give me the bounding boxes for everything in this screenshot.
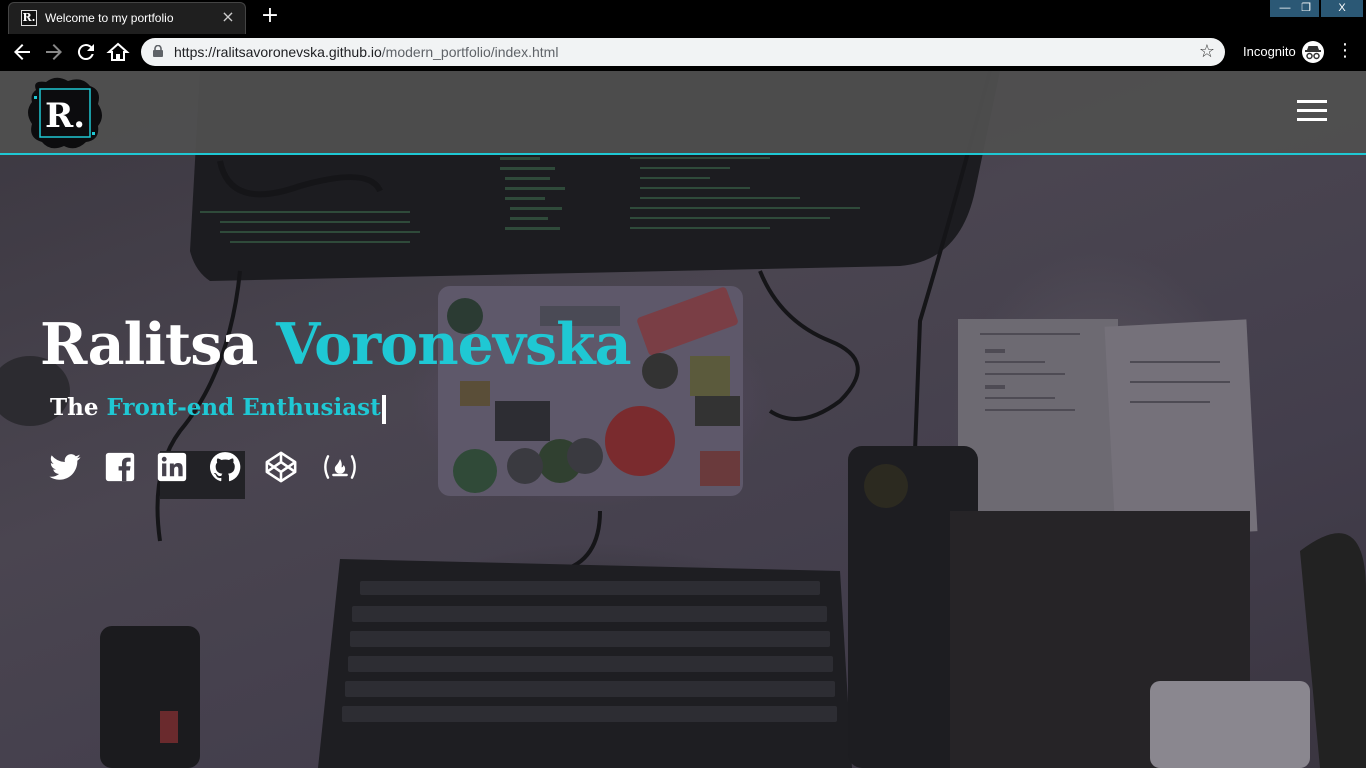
tab-title: Welcome to my portfolio bbox=[45, 11, 174, 25]
github-icon[interactable] bbox=[208, 450, 242, 484]
browser-titlebar: R. Welcome to my portfolio × + — ❐ X bbox=[0, 0, 1366, 34]
star-icon[interactable]: ☆ bbox=[1199, 41, 1215, 62]
maximize-button[interactable]: ❐ bbox=[1293, 0, 1319, 17]
twitter-icon[interactable] bbox=[48, 450, 82, 484]
home-icon[interactable] bbox=[106, 40, 130, 64]
close-tab-icon[interactable]: × bbox=[219, 8, 237, 26]
hero-last-name: Voronevska bbox=[276, 311, 631, 378]
incognito-label: Incognito bbox=[1243, 44, 1296, 59]
facebook-icon[interactable] bbox=[103, 450, 137, 484]
reload-icon[interactable] bbox=[74, 40, 98, 64]
close-window-button[interactable]: X bbox=[1321, 0, 1363, 17]
menu-dots-icon[interactable]: ⋮ bbox=[1336, 40, 1354, 61]
url-text: https://ralitsavoronevska.github.io/mode… bbox=[174, 44, 558, 60]
browser-toolbar: https://ralitsavoronevska.github.io/mode… bbox=[0, 34, 1366, 71]
forward-arrow-icon[interactable] bbox=[42, 40, 66, 64]
lock-icon bbox=[153, 45, 163, 57]
freecodecamp-icon[interactable] bbox=[320, 450, 360, 484]
hero-first-name: Ralitsa bbox=[40, 311, 258, 378]
tab-favicon: R. bbox=[21, 10, 37, 26]
site-logo[interactable]: R. bbox=[26, 76, 104, 150]
browser-tab[interactable]: R. Welcome to my portfolio × bbox=[8, 2, 246, 34]
address-bar[interactable]: https://ralitsavoronevska.github.io/mode… bbox=[141, 38, 1225, 66]
hero-subtitle: The Front-end Enthusiast bbox=[50, 394, 386, 424]
url-path: /modern_portfolio/index.html bbox=[381, 44, 559, 60]
incognito-icon[interactable] bbox=[1302, 41, 1324, 63]
site-navbar: R. bbox=[0, 71, 1366, 155]
url-host: https://ralitsavoronevska.github.io bbox=[174, 44, 382, 60]
new-tab-button[interactable]: + bbox=[258, 4, 282, 28]
hero-name: Ralitsa Voronevska bbox=[40, 311, 632, 378]
linkedin-icon[interactable] bbox=[155, 450, 189, 484]
codepen-icon[interactable] bbox=[264, 450, 298, 484]
hero-subtitle-highlight: Front-end Enthusiast bbox=[106, 394, 381, 421]
back-arrow-icon[interactable] bbox=[10, 40, 34, 64]
logo-text: R. bbox=[45, 96, 85, 136]
hero-subtitle-prefix: The bbox=[50, 394, 99, 421]
portfolio-page: R. Ralitsa Voronevska The Front-end Enth… bbox=[0, 71, 1366, 768]
hamburger-menu-icon[interactable] bbox=[1297, 100, 1327, 122]
typing-caret bbox=[381, 394, 386, 424]
